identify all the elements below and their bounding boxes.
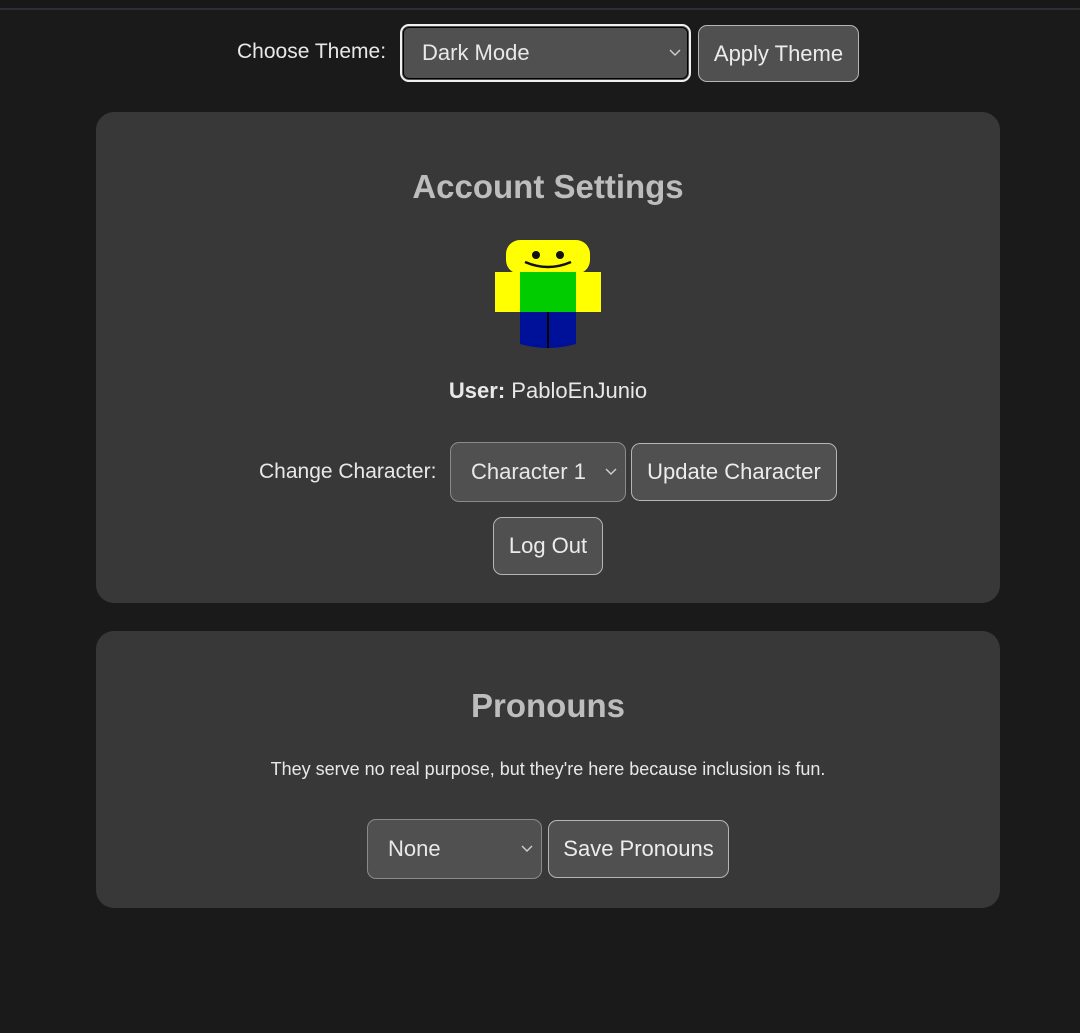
account-settings-card: Account Settings User: PabloEnJunio Chan…	[96, 112, 1000, 603]
logout-button[interactable]: Log Out	[493, 517, 603, 575]
apply-theme-button[interactable]: Apply Theme	[698, 25, 859, 82]
character-select[interactable]: Character 1	[450, 442, 626, 502]
username: PabloEnJunio	[511, 378, 648, 403]
theme-select-value: Dark Mode	[422, 40, 530, 65]
user-line: User: PabloEnJunio	[96, 378, 1000, 404]
chevron-down-icon	[521, 845, 533, 852]
update-character-button[interactable]: Update Character	[631, 443, 837, 501]
pronouns-select-value: None	[388, 836, 441, 861]
theme-select[interactable]: Dark Mode	[400, 24, 691, 82]
account-settings-title: Account Settings	[412, 168, 684, 205]
pronouns-description: They serve no real purpose, but they're …	[270, 759, 826, 779]
theme-label: Choose Theme:	[237, 40, 387, 63]
pronouns-title: Pronouns	[471, 687, 625, 724]
theme-bar: Choose Theme: Dark Mode Apply Theme	[0, 22, 1080, 84]
chevron-down-icon	[669, 49, 681, 56]
character-avatar	[495, 240, 601, 348]
pronouns-card: Pronouns They serve no real purpose, but…	[96, 631, 1000, 908]
chevron-down-icon	[605, 468, 617, 475]
save-pronouns-button[interactable]: Save Pronouns	[548, 820, 729, 878]
pronouns-select[interactable]: None	[367, 819, 542, 879]
top-border	[0, 0, 1080, 10]
user-label: User:	[448, 378, 506, 403]
character-select-value: Character 1	[471, 459, 586, 484]
change-character-label: Change Character:	[259, 460, 437, 483]
